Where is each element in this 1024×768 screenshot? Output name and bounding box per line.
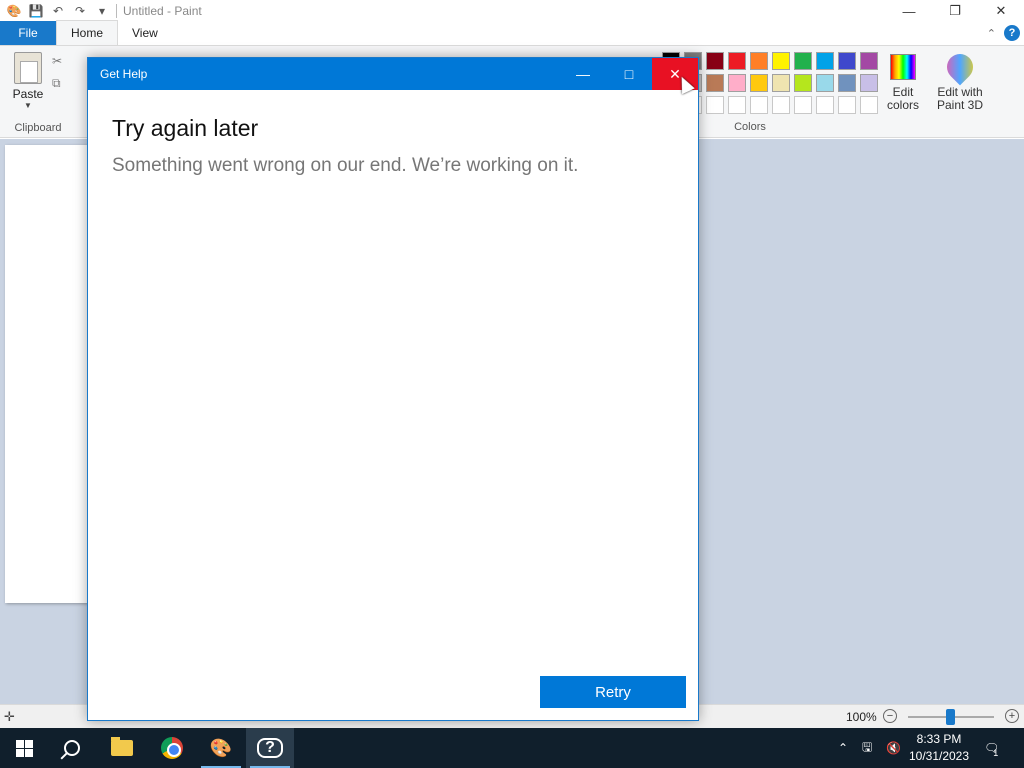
color-swatch[interactable] (816, 74, 834, 92)
paint-icon: 🎨 (209, 737, 233, 758)
start-button[interactable] (0, 728, 48, 768)
dialog-maximize-button[interactable]: □ (606, 58, 652, 90)
paint-app-icon: 🎨 (6, 4, 22, 18)
action-center-button[interactable]: 🗨 1 (984, 728, 999, 768)
minimize-icon: — (576, 66, 590, 82)
custom-color-slot[interactable] (706, 96, 724, 114)
paint-title-bar: 🎨 💾 ↶ ↷ ▾ Untitled - Paint — ❐ ✕ (0, 0, 1024, 22)
dialog-title: Get Help (100, 67, 148, 81)
zoom-slider-thumb[interactable] (946, 709, 955, 725)
get-help-icon: ? (257, 738, 283, 758)
error-message: Something went wrong on our end. We’re w… (112, 155, 579, 176)
error-heading: Try again later (112, 115, 259, 141)
color-swatch[interactable] (794, 74, 812, 92)
color-swatch[interactable] (794, 52, 812, 70)
maximize-icon: □ (624, 66, 634, 82)
paint-restore-button[interactable]: ❐ (932, 0, 978, 22)
clipboard-group: Paste ▼ ✂ ⧉ Clipboard (0, 46, 76, 138)
redo-icon[interactable]: ↷ (72, 3, 88, 19)
paste-dropdown-icon[interactable]: ▼ (8, 101, 48, 110)
show-hidden-icons-button[interactable]: ⌃ (838, 728, 848, 768)
color-swatch[interactable] (728, 52, 746, 70)
tab-home[interactable]: Home (56, 20, 119, 45)
retry-button[interactable]: Retry (540, 676, 686, 708)
clipboard-icon (14, 52, 42, 84)
taskbar-file-explorer[interactable] (98, 728, 146, 768)
custom-color-slot[interactable] (860, 96, 878, 114)
chevron-up-icon: ⌃ (838, 741, 849, 755)
colors-group-label: Colors (734, 121, 766, 133)
paint-close-button[interactable]: ✕ (978, 0, 1024, 22)
dialog-title-bar: Get Help — □ ✕ (88, 58, 698, 90)
edit-with-paint3d-button[interactable]: Edit with Paint 3D (932, 48, 988, 112)
windows-logo-icon (15, 739, 33, 757)
folder-icon (111, 737, 133, 756)
edit-with-paint3d-label: Edit with Paint 3D (936, 85, 984, 112)
taskbar-clock[interactable]: 8:33 PM 10/31/2023 (906, 731, 972, 765)
paint3d-icon (941, 48, 979, 86)
clock-date: 10/31/2023 (908, 749, 970, 763)
color-swatch[interactable] (816, 52, 834, 70)
tab-file[interactable]: File (0, 21, 56, 45)
custom-color-slot[interactable] (750, 96, 768, 114)
search-icon (64, 740, 80, 756)
custom-color-slot[interactable] (816, 96, 834, 114)
get-help-dialog: Get Help — □ ✕ Try again later Something… (87, 57, 699, 721)
tab-view[interactable]: View (118, 21, 172, 45)
zoom-level: 100% (846, 710, 877, 724)
custom-color-slot[interactable] (838, 96, 856, 114)
color-spectrum-icon (890, 54, 916, 80)
zoom-out-button[interactable]: − (883, 709, 897, 723)
help-icon[interactable]: ? (1004, 25, 1020, 41)
chrome-icon (161, 737, 183, 759)
clock-time: 8:33 PM (916, 732, 962, 746)
color-swatch[interactable] (838, 74, 856, 92)
color-swatch[interactable] (860, 74, 878, 92)
custom-color-slot[interactable] (794, 96, 812, 114)
paste-label: Paste (12, 87, 44, 101)
volume-muted-icon: 🔇 (886, 741, 901, 755)
ribbon-tabs: File Home View (0, 20, 1024, 46)
edit-colors-label: Edit colors (886, 85, 919, 112)
taskbar-paint[interactable]: 🎨 (197, 728, 245, 768)
color-swatch[interactable] (772, 74, 790, 92)
color-swatch[interactable] (728, 74, 746, 92)
zoom-in-button[interactable]: + (1005, 709, 1019, 723)
color-swatch[interactable] (706, 52, 724, 70)
color-swatch[interactable] (706, 74, 724, 92)
customize-quick-access-icon[interactable]: ▾ (94, 3, 110, 19)
undo-icon[interactable]: ↶ (50, 3, 66, 19)
collapse-ribbon-icon[interactable]: ⌃ (987, 27, 996, 40)
color-swatch[interactable] (750, 74, 768, 92)
dialog-minimize-button[interactable]: — (560, 58, 606, 90)
taskbar-chrome[interactable] (148, 728, 196, 768)
color-swatch[interactable] (860, 52, 878, 70)
color-swatch[interactable] (838, 52, 856, 70)
volume-tray-button[interactable]: 🔇 (886, 728, 901, 768)
color-swatch[interactable] (772, 52, 790, 70)
custom-color-slot[interactable] (772, 96, 790, 114)
save-icon[interactable]: 💾 (28, 3, 44, 19)
copy-icon[interactable]: ⧉ (52, 76, 61, 91)
edit-colors-button[interactable]: Edit colors (883, 54, 923, 112)
taskbar-search-button[interactable] (48, 728, 96, 768)
network-icon: 🖫 (862, 739, 873, 754)
color-swatch[interactable] (750, 52, 768, 70)
paint-minimize-button[interactable]: — (886, 0, 932, 22)
notification-count-badge: 1 (993, 748, 999, 758)
taskbar-get-help[interactable]: ? (246, 728, 294, 768)
network-tray-button[interactable]: 🖫 (862, 728, 872, 768)
clipboard-group-label: Clipboard (14, 122, 62, 134)
cursor-position-icon: ✛ (4, 709, 15, 724)
cut-icon[interactable]: ✂ (52, 54, 62, 68)
paste-button[interactable]: Paste ▼ (8, 52, 48, 110)
title-separator (116, 4, 117, 18)
paint-window-title: Untitled - Paint (123, 4, 202, 18)
taskbar: 🎨 ? ⌃ 🖫 🔇 8:33 PM 10/31/2023 🗨 1 (0, 728, 1024, 768)
custom-color-slot[interactable] (728, 96, 746, 114)
